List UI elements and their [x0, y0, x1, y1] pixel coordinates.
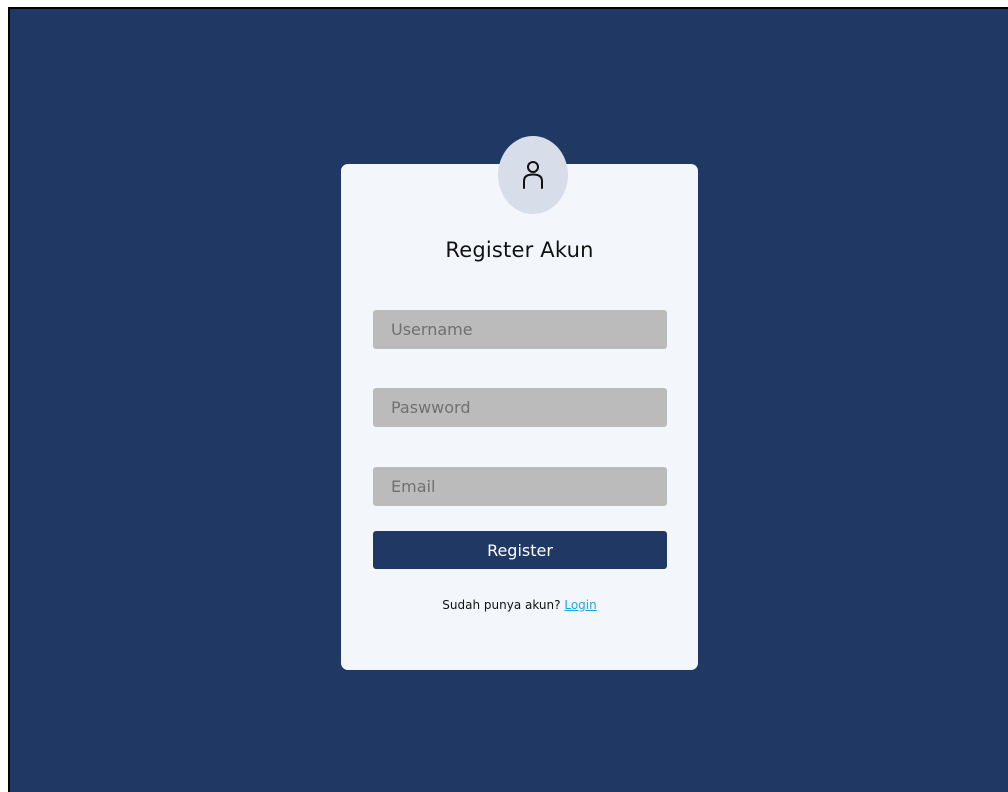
login-prompt: Sudah punya akun? Login [341, 598, 698, 612]
user-icon [523, 161, 543, 189]
register-button[interactable]: Register [373, 531, 667, 569]
login-prompt-text: Sudah punya akun? [442, 598, 561, 612]
password-input[interactable] [373, 388, 667, 427]
username-input[interactable] [373, 310, 667, 349]
login-link[interactable]: Login [564, 598, 596, 612]
avatar [498, 136, 568, 214]
page-title: Register Akun [445, 238, 594, 262]
email-input[interactable] [373, 467, 667, 506]
